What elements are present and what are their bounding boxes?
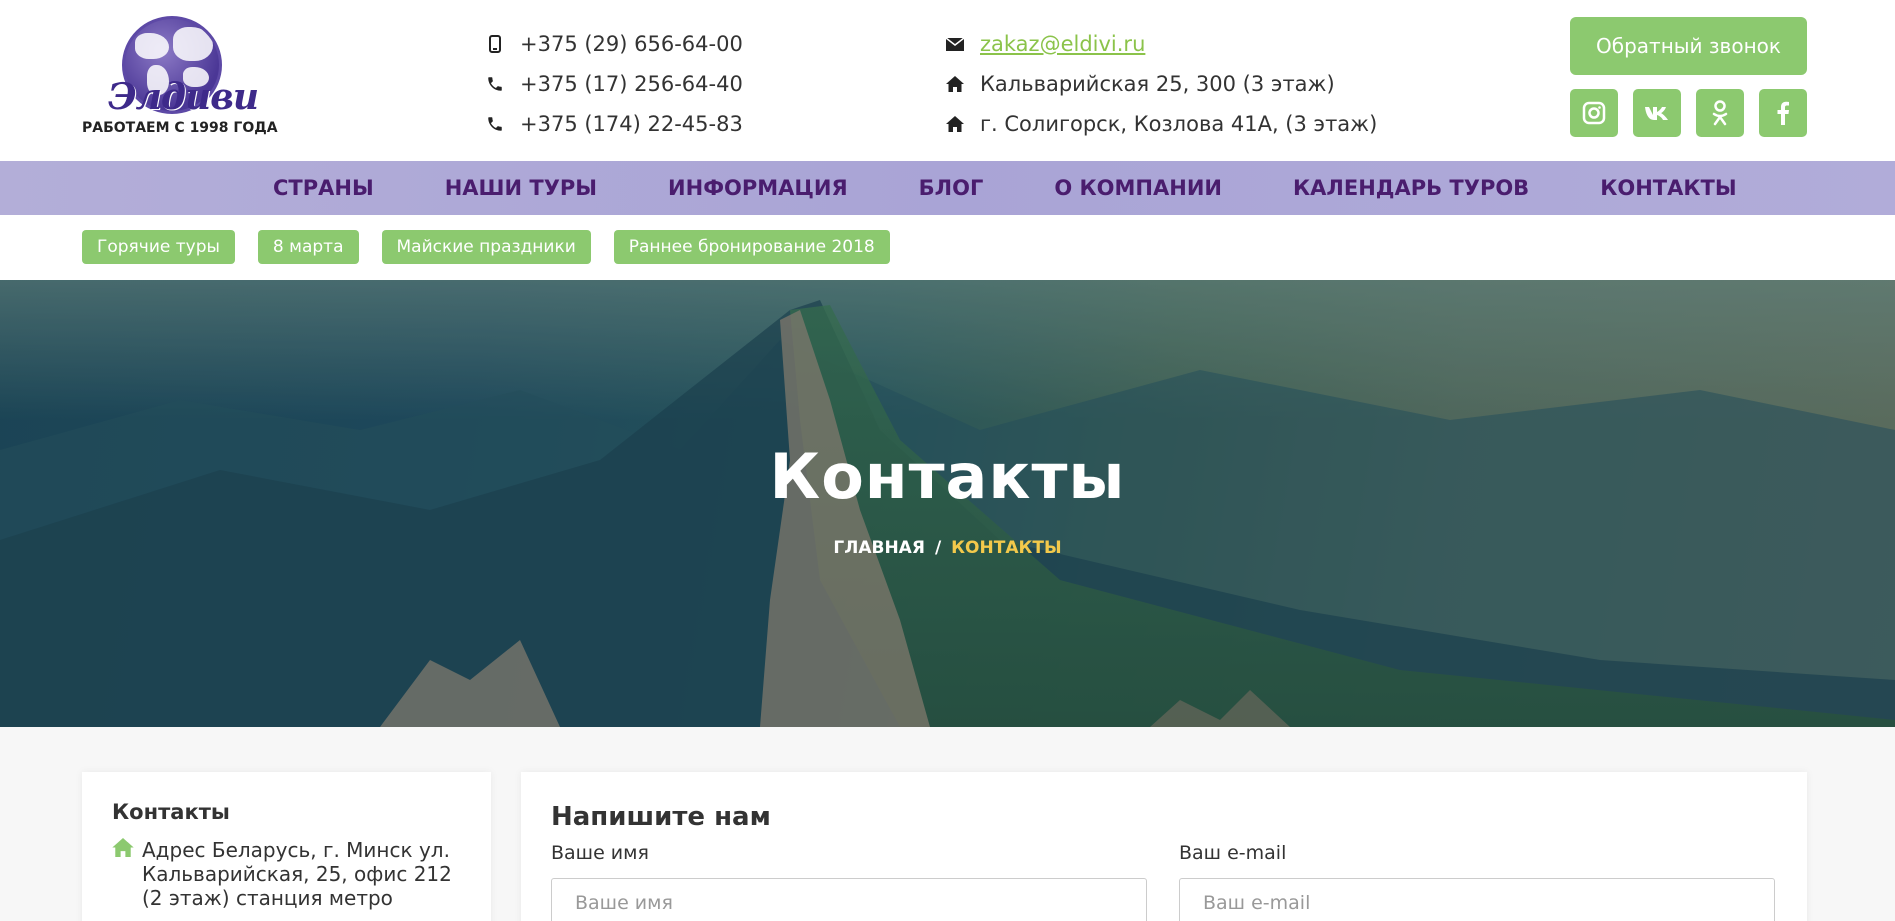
phone-icon [480, 115, 510, 133]
instagram-icon[interactable] [1570, 89, 1618, 137]
tag-early-booking[interactable]: Раннее бронирование 2018 [613, 230, 890, 264]
address-text: Адрес Беларусь, г. Минск ул. Кальварийск… [142, 838, 452, 910]
content-area: Контакты Адрес Беларусь, г. Минск ул. Ка… [0, 727, 1895, 921]
email-link[interactable]: zakaz@eldivi.ru [980, 32, 1145, 56]
mobile-icon [480, 35, 510, 53]
envelope-icon [940, 37, 970, 51]
phone-list: +375 (29) 656-64-00 +375 (17) 256-64-40 … [480, 24, 743, 144]
phone-row[interactable]: +375 (17) 256-64-40 [480, 64, 743, 104]
callback-button[interactable]: Обратный звонок [1570, 17, 1807, 75]
address-text: Кальварийская 25, 300 (3 этаж) [980, 72, 1335, 96]
home-icon [940, 76, 970, 92]
logo[interactable]: Элдиви РАБОТАЕМ С 1998 ГОДА [82, 16, 278, 141]
nav-item-calendar[interactable]: КАЛЕНДАРЬ ТУРОВ [1293, 176, 1529, 200]
email-field: Ваш e-mail Ваш e-mail [1179, 842, 1775, 921]
contacts-card-title: Контакты [112, 800, 230, 824]
address-row: г. Солигорск, Козлова 41А, (3 этаж) [940, 104, 1377, 144]
phone-number[interactable]: +375 (29) 656-64-00 [520, 32, 743, 56]
name-input[interactable]: Ваше имя [551, 878, 1147, 921]
email-row: zakaz@eldivi.ru [940, 24, 1377, 64]
vk-icon[interactable] [1633, 89, 1681, 137]
nav-items: СТРАНЫ НАШИ ТУРЫ ИНФОРМАЦИЯ БЛОГ О КОМПА… [273, 161, 1737, 215]
phone-row[interactable]: +375 (29) 656-64-00 [480, 24, 743, 64]
nav-item-info[interactable]: ИНФОРМАЦИЯ [668, 176, 848, 200]
nav-item-blog[interactable]: БЛОГ [919, 176, 984, 200]
site-header: Элдиви РАБОТАЕМ С 1998 ГОДА +375 (29) 65… [0, 0, 1895, 161]
tag-may-holidays[interactable]: Майские праздники [381, 230, 591, 264]
main-nav: СТРАНЫ НАШИ ТУРЫ ИНФОРМАЦИЯ БЛОГ О КОМПА… [0, 161, 1895, 215]
social-links [1570, 89, 1807, 137]
address-text: г. Солигорск, Козлова 41А, (3 этаж) [980, 112, 1378, 136]
phone-number[interactable]: +375 (174) 22-45-83 [520, 112, 743, 136]
breadcrumb-separator: / [934, 538, 942, 558]
form-row: Ваше имя Ваше имя Ваш e-mail Ваш e-mail [551, 842, 1777, 921]
odnoklassniki-icon[interactable] [1696, 89, 1744, 137]
breadcrumb: ГЛАВНАЯ / КОНТАКТЫ [0, 538, 1895, 558]
breadcrumb-home[interactable]: ГЛАВНАЯ [833, 538, 925, 558]
logo-text: Элдиви [108, 76, 259, 118]
email-input[interactable]: Ваш e-mail [1179, 878, 1775, 921]
contacts-card: Контакты Адрес Беларусь, г. Минск ул. Ка… [82, 772, 491, 921]
phone-row[interactable]: +375 (174) 22-45-83 [480, 104, 743, 144]
email-label: Ваш e-mail [1179, 842, 1287, 864]
address-list: zakaz@eldivi.ru Кальварийская 25, 300 (3… [940, 24, 1377, 144]
name-field: Ваше имя Ваше имя [551, 842, 1147, 921]
page-title: Контакты [769, 440, 1126, 513]
home-icon [112, 838, 142, 910]
address-item: Адрес Беларусь, г. Минск ул. Кальварийск… [112, 838, 461, 910]
nav-item-contacts[interactable]: КОНТАКТЫ [1600, 176, 1736, 200]
address-row: Кальварийская 25, 300 (3 этаж) [940, 64, 1377, 104]
facebook-icon[interactable] [1759, 89, 1807, 137]
nav-item-countries[interactable]: СТРАНЫ [273, 176, 374, 200]
nav-item-about[interactable]: О КОМПАНИИ [1054, 176, 1222, 200]
form-title: Напишите нам [551, 802, 771, 832]
since-caption: РАБОТАЕМ С 1998 ГОДА [82, 120, 278, 136]
tag-list: Горячие туры 8 марта Майские праздники Р… [82, 230, 890, 264]
home-icon [940, 116, 970, 132]
name-label: Ваше имя [551, 842, 649, 864]
breadcrumb-current: КОНТАКТЫ [951, 538, 1062, 558]
phone-icon [480, 75, 510, 93]
contact-form: Напишите нам Ваше имя Ваше имя Ваш e-mai… [521, 772, 1807, 921]
tag-march-8[interactable]: 8 марта [257, 230, 359, 264]
phone-number[interactable]: +375 (17) 256-64-40 [520, 72, 743, 96]
hero-banner: Контакты ГЛАВНАЯ / КОНТАКТЫ [0, 280, 1895, 727]
page: Элдиви РАБОТАЕМ С 1998 ГОДА +375 (29) 65… [0, 0, 1895, 921]
tag-hot-tours[interactable]: Горячие туры [82, 230, 235, 264]
nav-item-tours[interactable]: НАШИ ТУРЫ [445, 176, 597, 200]
